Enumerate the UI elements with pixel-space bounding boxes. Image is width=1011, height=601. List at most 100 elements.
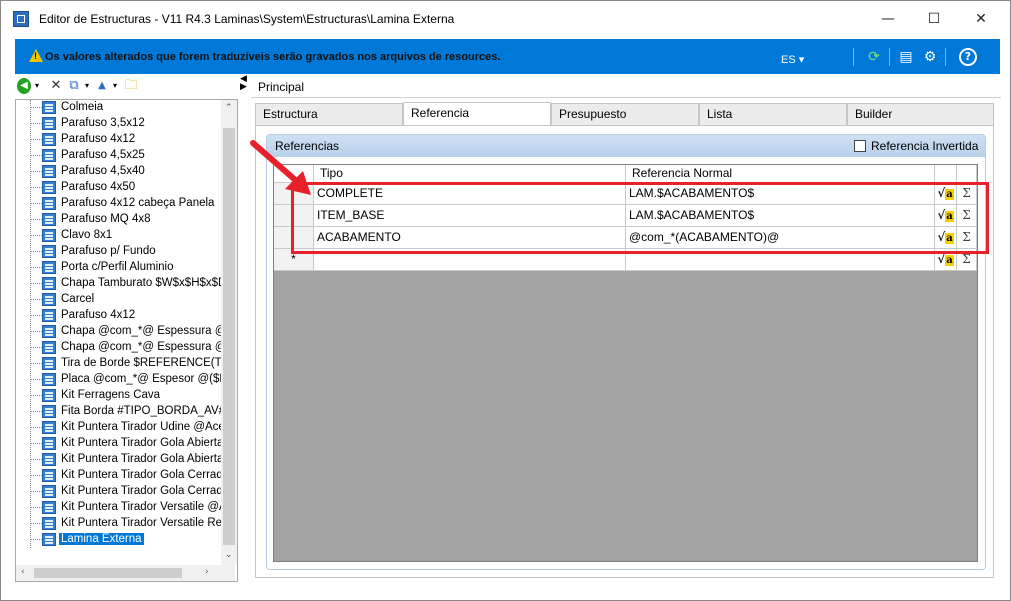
- tab-estructura[interactable]: Estructura: [255, 103, 403, 125]
- tree-item-label: Clavo 8x1: [61, 229, 113, 241]
- structure-node-icon: [42, 101, 56, 114]
- tree-item-label: Kit Puntera Tirador Versatile Re: [61, 517, 221, 529]
- structure-node-icon: [42, 309, 56, 322]
- panel-icon[interactable]: ▤: [897, 48, 915, 66]
- structure-node-icon: [42, 245, 56, 258]
- tree-item-label: Carcel: [61, 293, 95, 305]
- tree-item[interactable]: Parafuso 4,5x25: [16, 148, 221, 164]
- tab-lista[interactable]: Lista: [699, 103, 847, 125]
- tree-connector: [30, 331, 42, 332]
- tree-item[interactable]: Chapa @com_*@ Espessura @: [16, 340, 221, 356]
- tree-item[interactable]: Parafuso 4x12: [16, 308, 221, 324]
- tree-item-label: Parafuso 4x12: [61, 133, 136, 145]
- tree-item[interactable]: Parafuso 4x50: [16, 180, 221, 196]
- toolbar-separator: [853, 48, 854, 66]
- move-up-icon[interactable]: ▲: [95, 78, 109, 94]
- help-icon[interactable]: ?: [959, 48, 977, 66]
- tree-item-label: Parafuso MQ 4x8: [61, 213, 151, 225]
- tree-item-label: Lamina Externa: [59, 533, 144, 545]
- chevron-down-icon[interactable]: ▾: [111, 78, 119, 94]
- minimize-button[interactable]: —: [865, 1, 911, 37]
- column-header-sigma: [957, 165, 977, 183]
- divider: [251, 97, 1001, 98]
- tree-item[interactable]: Chapa Tamburato $W$x$H$x$D: [16, 276, 221, 292]
- tree-connector: [30, 155, 42, 156]
- tree-item-label: Parafuso 4x50: [61, 181, 136, 193]
- tree-item-label: Tira de Borde $REFERENCE(T: [61, 357, 221, 369]
- structure-tree[interactable]: Colmeia Parafuso 3,5x12 Parafuso 4x12 Paraf…: [15, 99, 238, 582]
- tree-connector: [30, 283, 42, 284]
- tree-item[interactable]: Placa @com_*@ Espesor @($H: [16, 372, 221, 388]
- splitter-icon[interactable]: ◀ ▶: [240, 75, 248, 93]
- tree-item-label: Kit Puntera Tirador Gola Cerrad: [61, 485, 221, 497]
- tree-item[interactable]: Parafuso MQ 4x8: [16, 212, 221, 228]
- window: Editor de Estructuras - V11 R4.3 Laminas…: [0, 0, 1011, 601]
- tree-item[interactable]: Colmeia: [16, 100, 221, 116]
- tree-item[interactable]: Kit Puntera Tirador Versatile @A: [16, 500, 221, 516]
- scrollbar-thumb[interactable]: [223, 128, 235, 545]
- vertical-scrollbar[interactable]: ⌃ ⌄: [221, 100, 237, 565]
- tree-item[interactable]: Carcel: [16, 292, 221, 308]
- window-title: Editor de Estructuras - V11 R4.3 Laminas…: [39, 12, 455, 26]
- structure-node-icon: [42, 181, 56, 194]
- tree-item[interactable]: Kit Puntera Tirador Gola Abierta: [16, 436, 221, 452]
- close-button[interactable]: ✕: [958, 1, 1004, 37]
- tree-connector: [30, 251, 42, 252]
- tree-item-label: Kit Ferragens Cava: [61, 389, 161, 401]
- tree-item[interactable]: Parafuso p/ Fundo: [16, 244, 221, 260]
- structure-node-icon: [42, 405, 56, 418]
- tree-item[interactable]: Parafuso 4x12: [16, 132, 221, 148]
- tree-item[interactable]: Kit Puntera Tirador Gola Abierta: [16, 452, 221, 468]
- scroll-up-icon[interactable]: ⌃: [225, 103, 233, 113]
- app-icon: [13, 11, 29, 27]
- tree-item[interactable]: Clavo 8x1: [16, 228, 221, 244]
- tree-item[interactable]: Kit Puntera Tirador Gola Cerrad: [16, 468, 221, 484]
- structure-node-icon: [42, 213, 56, 226]
- tree-item[interactable]: Parafuso 4,5x40: [16, 164, 221, 180]
- tree-item[interactable]: Chapa @com_*@ Espessura @: [16, 324, 221, 340]
- tree-item-label: Parafuso 4,5x25: [61, 149, 145, 161]
- scroll-right-icon[interactable]: ›: [205, 567, 209, 577]
- column-header-referencia[interactable]: Referencia Normal: [626, 165, 935, 183]
- tree-item[interactable]: Fita Borda #TIPO_BORDA_AV#: [16, 404, 221, 420]
- tree-item[interactable]: Tira de Borde $REFERENCE(T: [16, 356, 221, 372]
- tab-referencia[interactable]: Referencia: [403, 102, 551, 126]
- tree-item[interactable]: Parafuso 3,5x12: [16, 116, 221, 132]
- tree-connector: [30, 139, 42, 140]
- highlight-box: [291, 182, 989, 254]
- column-header-tipo[interactable]: Tipo: [314, 165, 626, 183]
- chevron-down-icon[interactable]: ▾: [33, 78, 41, 94]
- tree-item[interactable]: Kit Puntera Tirador Udine @Ace: [16, 420, 221, 436]
- tab-presupuesto[interactable]: Presupuesto: [551, 103, 699, 125]
- tree-item[interactable]: Lamina Externa: [16, 532, 221, 548]
- tree-item-label: Placa @com_*@ Espesor @($H: [61, 373, 221, 385]
- scroll-down-icon[interactable]: ⌄: [225, 550, 233, 560]
- tree-connector: [30, 299, 42, 300]
- tree-item[interactable]: Kit Puntera Tirador Versatile Re: [16, 516, 221, 532]
- folder-icon[interactable]: 🗀: [123, 78, 139, 94]
- tree-connector: [30, 427, 42, 428]
- scroll-left-icon[interactable]: ‹: [21, 567, 25, 577]
- copy-icon[interactable]: ⧉: [67, 78, 81, 94]
- structure-node-icon: [42, 165, 56, 178]
- scrollbar-thumb[interactable]: [34, 568, 182, 578]
- inverted-reference-label[interactable]: Referencia Invertida: [871, 139, 978, 153]
- tree-item-label: Kit Puntera Tirador Gola Abierta: [61, 453, 221, 465]
- tree-item[interactable]: Kit Puntera Tirador Gola Cerrad: [16, 484, 221, 500]
- inverted-reference-checkbox[interactable]: [854, 140, 866, 152]
- chevron-down-icon[interactable]: ▾: [83, 78, 91, 94]
- horizontal-scrollbar[interactable]: ‹ ›: [16, 565, 235, 581]
- maximize-button[interactable]: ☐: [911, 1, 957, 37]
- tree-item[interactable]: Parafuso 4x12 cabeça Panela: [16, 196, 221, 212]
- tree-connector: [30, 123, 42, 124]
- tree-item[interactable]: Kit Ferragens Cava: [16, 388, 221, 404]
- language-select[interactable]: ES ▾: [781, 53, 804, 66]
- tab-builder[interactable]: Builder: [847, 103, 994, 125]
- tree-item[interactable]: Porta c/Perfil Aluminio: [16, 260, 221, 276]
- refresh-icon[interactable]: ⟳: [865, 48, 883, 66]
- delete-icon[interactable]: ✕: [49, 78, 63, 94]
- tree-connector: [30, 507, 42, 508]
- tree-connector: [30, 267, 42, 268]
- settings-icon[interactable]: ⚙: [921, 48, 939, 66]
- back-icon[interactable]: ◀: [17, 78, 31, 94]
